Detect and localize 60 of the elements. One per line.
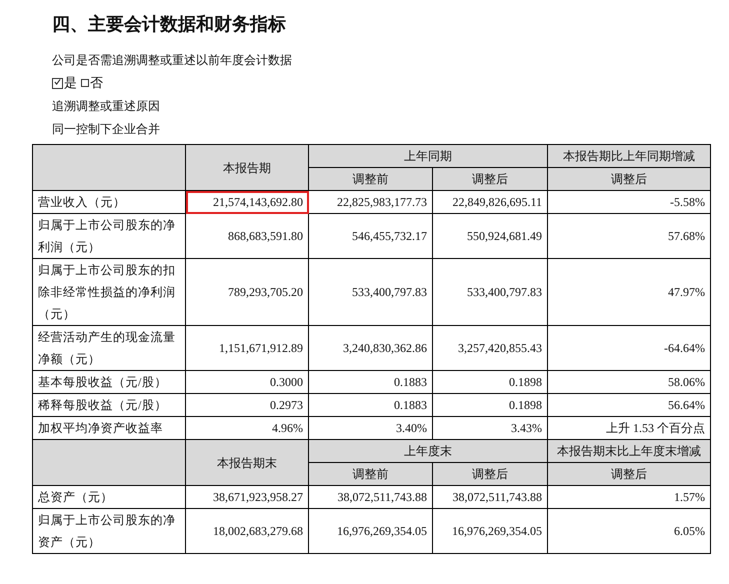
table-cell: 总资产（元） (32, 486, 186, 508)
table-cell: 0.1898 (432, 394, 548, 416)
header-cell: 调整后 (432, 168, 548, 190)
option-label: 否 (90, 75, 103, 91)
table-cell: 基本每股收益（元/股） (32, 370, 186, 394)
table-cell: 1.57% (548, 486, 710, 508)
question-text: 公司是否需追溯调整或重述以前年度会计数据 (52, 52, 293, 68)
table-cell: 0.1883 (308, 370, 432, 394)
header-cell: 上年同期 (308, 144, 548, 168)
table-cell: 533,400,797.83 (432, 258, 548, 326)
table-cell: 16,976,269,354.05 (308, 508, 432, 554)
table-cell: 营业收入（元） (32, 190, 186, 214)
table-cell: 546,455,732.17 (308, 214, 432, 258)
table-cell: 1,151,671,912.89 (186, 326, 308, 370)
note-text: 同一控制下企业合并 (52, 121, 161, 137)
table-cell: 归属于上市公司股东的净资产（元） (32, 508, 186, 554)
table-cell: 18,002,683,279.68 (186, 508, 308, 554)
header-cell: 调整后 (548, 168, 710, 190)
header-cell: 本报告期比上年同期增减 (548, 144, 710, 168)
table-cell: 16,976,269,354.05 (432, 508, 548, 554)
header-cell: 本报告期末 (186, 440, 308, 486)
table-cell: 归属于上市公司股东的净利润（元） (32, 214, 186, 258)
table-cell: 3,257,420,855.43 (432, 326, 548, 370)
header-cell: 本报告期末比上年度末增减 (548, 440, 710, 462)
table-cell: 经营活动产生的现金流量净额（元） (32, 326, 186, 370)
table-cell: -5.58% (548, 190, 710, 214)
table-cell: 789,293,705.20 (186, 258, 308, 326)
table-cell: 0.1883 (308, 394, 432, 416)
table-cell: 22,849,826,695.11 (432, 190, 548, 214)
header-cell: 调整前 (308, 462, 432, 486)
header-cell: 上年度末 (308, 440, 548, 462)
table-cell: 0.3000 (186, 370, 308, 394)
header-cell: 本报告期 (186, 144, 308, 190)
note-text: 追溯调整或重述原因 (52, 98, 161, 114)
table-cell: 47.97% (548, 258, 710, 326)
table-cell: 550,924,681.49 (432, 214, 548, 258)
option-label: 是 (64, 75, 77, 91)
table-cell: 6.05% (548, 508, 710, 554)
header-cell: 调整后 (432, 462, 548, 486)
table-cell: 533,400,797.83 (308, 258, 432, 326)
table-cell: 38,671,923,958.27 (186, 486, 308, 508)
section-title: 四、主要会计数据和财务指标 (52, 13, 287, 36)
checkbox[interactable] (81, 79, 89, 87)
table-cell: -64.64% (548, 326, 710, 370)
table-cell: 58.06% (548, 370, 710, 394)
table-cell: 21,574,143,692.80 (186, 190, 308, 214)
table-cell: 868,683,591.80 (186, 214, 308, 258)
table-cell: 0.1898 (432, 370, 548, 394)
table-cell: 38,072,511,743.88 (308, 486, 432, 508)
table-cell: 0.2973 (186, 394, 308, 416)
header-cell: 调整前 (308, 168, 432, 190)
table-cell: 3,240,830,362.86 (308, 326, 432, 370)
header-cell: 调整后 (548, 462, 710, 486)
table-cell: 38,072,511,743.88 (432, 486, 548, 508)
table-cell: 归属于上市公司股东的扣除非经常性损益的净利润（元） (32, 258, 186, 326)
table-cell: 22,825,983,177.73 (308, 190, 432, 214)
table-cell: 56.64% (548, 394, 710, 416)
checkbox[interactable] (52, 78, 63, 88)
table-cell: 稀释每股收益（元/股） (32, 394, 186, 416)
table-cell: 57.68% (548, 214, 710, 258)
